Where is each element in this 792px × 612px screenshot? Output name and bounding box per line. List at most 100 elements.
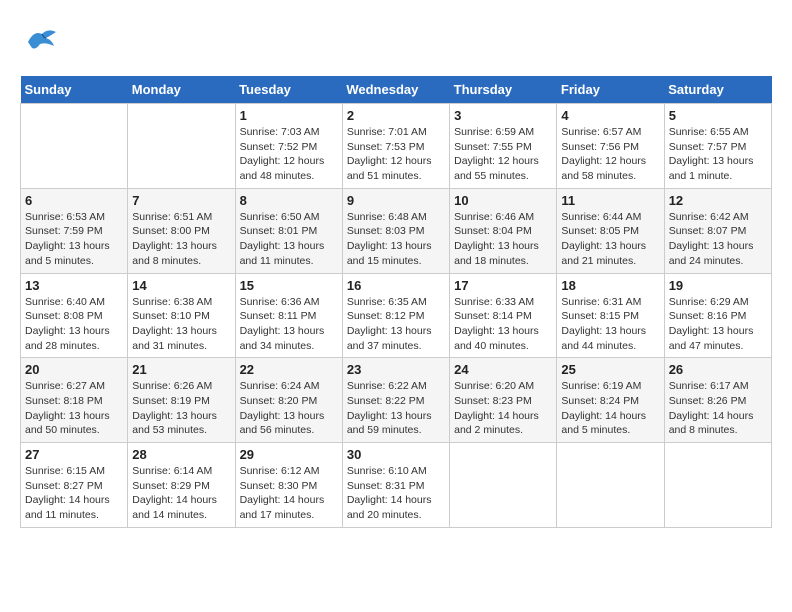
header-cell-wednesday: Wednesday bbox=[342, 76, 449, 104]
day-number: 1 bbox=[240, 108, 338, 123]
day-number: 5 bbox=[669, 108, 767, 123]
day-number: 14 bbox=[132, 278, 230, 293]
day-info: Sunrise: 6:44 AM Sunset: 8:05 PM Dayligh… bbox=[561, 210, 659, 269]
day-cell: 15 Sunrise: 6:36 AM Sunset: 8:11 PM Dayli… bbox=[235, 273, 342, 358]
day-number: 26 bbox=[669, 362, 767, 377]
day-cell bbox=[450, 443, 557, 528]
day-cell: 21Sunrise: 6:26 AM Sunset: 8:19 PM Dayli… bbox=[128, 358, 235, 443]
day-number: 20 bbox=[25, 362, 123, 377]
day-info: Sunrise: 6:15 AM Sunset: 8:27 PM Dayligh… bbox=[25, 464, 123, 523]
day-info: Sunrise: 6:40 AM Sunset: 8:08 PM Dayligh… bbox=[25, 295, 123, 354]
day-number: 15 bbox=[240, 278, 338, 293]
day-cell: 10Sunrise: 6:46 AM Sunset: 8:04 PM Dayli… bbox=[450, 188, 557, 273]
day-info: Sunrise: 6:17 AM Sunset: 8:26 PM Dayligh… bbox=[669, 379, 767, 438]
day-info: Sunrise: 6:48 AM Sunset: 8:03 PM Dayligh… bbox=[347, 210, 445, 269]
day-cell: 16 Sunrise: 6:35 AM Sunset: 8:12 PM Dayli… bbox=[342, 273, 449, 358]
day-cell: 9 Sunrise: 6:48 AM Sunset: 8:03 PM Daylig… bbox=[342, 188, 449, 273]
week-row-1: 1 Sunrise: 7:03 AM Sunset: 7:52 PM Daylig… bbox=[21, 104, 772, 189]
day-info: Sunrise: 6:31 AM Sunset: 8:15 PM Dayligh… bbox=[561, 295, 659, 354]
day-info: Sunrise: 6:26 AM Sunset: 8:19 PM Dayligh… bbox=[132, 379, 230, 438]
day-info: Sunrise: 7:03 AM Sunset: 7:52 PM Dayligh… bbox=[240, 125, 338, 184]
day-cell: 24Sunrise: 6:20 AM Sunset: 8:23 PM Dayli… bbox=[450, 358, 557, 443]
day-info: Sunrise: 6:53 AM Sunset: 7:59 PM Dayligh… bbox=[25, 210, 123, 269]
day-cell bbox=[128, 104, 235, 189]
calendar-body: 1 Sunrise: 7:03 AM Sunset: 7:52 PM Daylig… bbox=[21, 104, 772, 528]
day-number: 17 bbox=[454, 278, 552, 293]
day-info: Sunrise: 6:22 AM Sunset: 8:22 PM Dayligh… bbox=[347, 379, 445, 438]
day-number: 23 bbox=[347, 362, 445, 377]
day-info: Sunrise: 6:38 AM Sunset: 8:10 PM Dayligh… bbox=[132, 295, 230, 354]
day-info: Sunrise: 6:46 AM Sunset: 8:04 PM Dayligh… bbox=[454, 210, 552, 269]
day-cell: 18Sunrise: 6:31 AM Sunset: 8:15 PM Dayli… bbox=[557, 273, 664, 358]
day-cell bbox=[557, 443, 664, 528]
day-info: Sunrise: 7:01 AM Sunset: 7:53 PM Dayligh… bbox=[347, 125, 445, 184]
day-number: 11 bbox=[561, 193, 659, 208]
day-cell: 6 Sunrise: 6:53 AM Sunset: 7:59 PM Daylig… bbox=[21, 188, 128, 273]
day-number: 27 bbox=[25, 447, 123, 462]
day-cell: 25 Sunrise: 6:19 AM Sunset: 8:24 PM Dayli… bbox=[557, 358, 664, 443]
day-info: Sunrise: 6:27 AM Sunset: 8:18 PM Dayligh… bbox=[25, 379, 123, 438]
day-info: Sunrise: 6:12 AM Sunset: 8:30 PM Dayligh… bbox=[240, 464, 338, 523]
week-row-4: 20 Sunrise: 6:27 AM Sunset: 8:18 PM Dayli… bbox=[21, 358, 772, 443]
day-cell bbox=[21, 104, 128, 189]
day-cell: 13Sunrise: 6:40 AM Sunset: 8:08 PM Dayli… bbox=[21, 273, 128, 358]
day-cell: 19 Sunrise: 6:29 AM Sunset: 8:16 PM Dayli… bbox=[664, 273, 771, 358]
day-cell: 4 Sunrise: 6:57 AM Sunset: 7:56 PM Daylig… bbox=[557, 104, 664, 189]
day-cell bbox=[664, 443, 771, 528]
page-header bbox=[20, 20, 772, 60]
week-row-2: 6 Sunrise: 6:53 AM Sunset: 7:59 PM Daylig… bbox=[21, 188, 772, 273]
header-row: SundayMondayTuesdayWednesdayThursdayFrid… bbox=[21, 76, 772, 104]
day-info: Sunrise: 6:55 AM Sunset: 7:57 PM Dayligh… bbox=[669, 125, 767, 184]
day-info: Sunrise: 6:29 AM Sunset: 8:16 PM Dayligh… bbox=[669, 295, 767, 354]
week-row-3: 13Sunrise: 6:40 AM Sunset: 8:08 PM Dayli… bbox=[21, 273, 772, 358]
day-number: 12 bbox=[669, 193, 767, 208]
day-info: Sunrise: 6:24 AM Sunset: 8:20 PM Dayligh… bbox=[240, 379, 338, 438]
day-cell: 29 Sunrise: 6:12 AM Sunset: 8:30 PM Dayli… bbox=[235, 443, 342, 528]
day-info: Sunrise: 6:19 AM Sunset: 8:24 PM Dayligh… bbox=[561, 379, 659, 438]
day-cell: 14 Sunrise: 6:38 AM Sunset: 8:10 PM Dayli… bbox=[128, 273, 235, 358]
calendar-table: SundayMondayTuesdayWednesdayThursdayFrid… bbox=[20, 76, 772, 528]
day-cell: 22 Sunrise: 6:24 AM Sunset: 8:20 PM Dayli… bbox=[235, 358, 342, 443]
day-number: 30 bbox=[347, 447, 445, 462]
logo bbox=[20, 20, 64, 60]
day-cell: 27 Sunrise: 6:15 AM Sunset: 8:27 PM Dayli… bbox=[21, 443, 128, 528]
header-cell-sunday: Sunday bbox=[21, 76, 128, 104]
day-number: 4 bbox=[561, 108, 659, 123]
day-number: 16 bbox=[347, 278, 445, 293]
day-cell: 17 Sunrise: 6:33 AM Sunset: 8:14 PM Dayli… bbox=[450, 273, 557, 358]
day-number: 25 bbox=[561, 362, 659, 377]
day-number: 6 bbox=[25, 193, 123, 208]
day-cell: 2Sunrise: 7:01 AM Sunset: 7:53 PM Daylig… bbox=[342, 104, 449, 189]
day-number: 28 bbox=[132, 447, 230, 462]
day-info: Sunrise: 6:57 AM Sunset: 7:56 PM Dayligh… bbox=[561, 125, 659, 184]
week-row-5: 27 Sunrise: 6:15 AM Sunset: 8:27 PM Dayli… bbox=[21, 443, 772, 528]
day-info: Sunrise: 6:33 AM Sunset: 8:14 PM Dayligh… bbox=[454, 295, 552, 354]
day-info: Sunrise: 6:42 AM Sunset: 8:07 PM Dayligh… bbox=[669, 210, 767, 269]
day-number: 29 bbox=[240, 447, 338, 462]
day-cell: 28Sunrise: 6:14 AM Sunset: 8:29 PM Dayli… bbox=[128, 443, 235, 528]
header-cell-friday: Friday bbox=[557, 76, 664, 104]
day-cell: 3Sunrise: 6:59 AM Sunset: 7:55 PM Daylig… bbox=[450, 104, 557, 189]
calendar-header: SundayMondayTuesdayWednesdayThursdayFrid… bbox=[21, 76, 772, 104]
day-info: Sunrise: 6:50 AM Sunset: 8:01 PM Dayligh… bbox=[240, 210, 338, 269]
day-cell: 20 Sunrise: 6:27 AM Sunset: 8:18 PM Dayli… bbox=[21, 358, 128, 443]
day-cell: 1 Sunrise: 7:03 AM Sunset: 7:52 PM Daylig… bbox=[235, 104, 342, 189]
day-cell: 12 Sunrise: 6:42 AM Sunset: 8:07 PM Dayli… bbox=[664, 188, 771, 273]
header-cell-thursday: Thursday bbox=[450, 76, 557, 104]
day-number: 22 bbox=[240, 362, 338, 377]
day-info: Sunrise: 6:10 AM Sunset: 8:31 PM Dayligh… bbox=[347, 464, 445, 523]
day-info: Sunrise: 6:35 AM Sunset: 8:12 PM Dayligh… bbox=[347, 295, 445, 354]
day-info: Sunrise: 6:51 AM Sunset: 8:00 PM Dayligh… bbox=[132, 210, 230, 269]
header-cell-saturday: Saturday bbox=[664, 76, 771, 104]
day-info: Sunrise: 6:20 AM Sunset: 8:23 PM Dayligh… bbox=[454, 379, 552, 438]
day-number: 19 bbox=[669, 278, 767, 293]
day-number: 7 bbox=[132, 193, 230, 208]
day-number: 9 bbox=[347, 193, 445, 208]
day-number: 8 bbox=[240, 193, 338, 208]
header-cell-monday: Monday bbox=[128, 76, 235, 104]
day-cell: 30 Sunrise: 6:10 AM Sunset: 8:31 PM Dayli… bbox=[342, 443, 449, 528]
header-cell-tuesday: Tuesday bbox=[235, 76, 342, 104]
logo-icon bbox=[20, 20, 60, 60]
day-cell: 7 Sunrise: 6:51 AM Sunset: 8:00 PM Daylig… bbox=[128, 188, 235, 273]
day-info: Sunrise: 6:36 AM Sunset: 8:11 PM Dayligh… bbox=[240, 295, 338, 354]
